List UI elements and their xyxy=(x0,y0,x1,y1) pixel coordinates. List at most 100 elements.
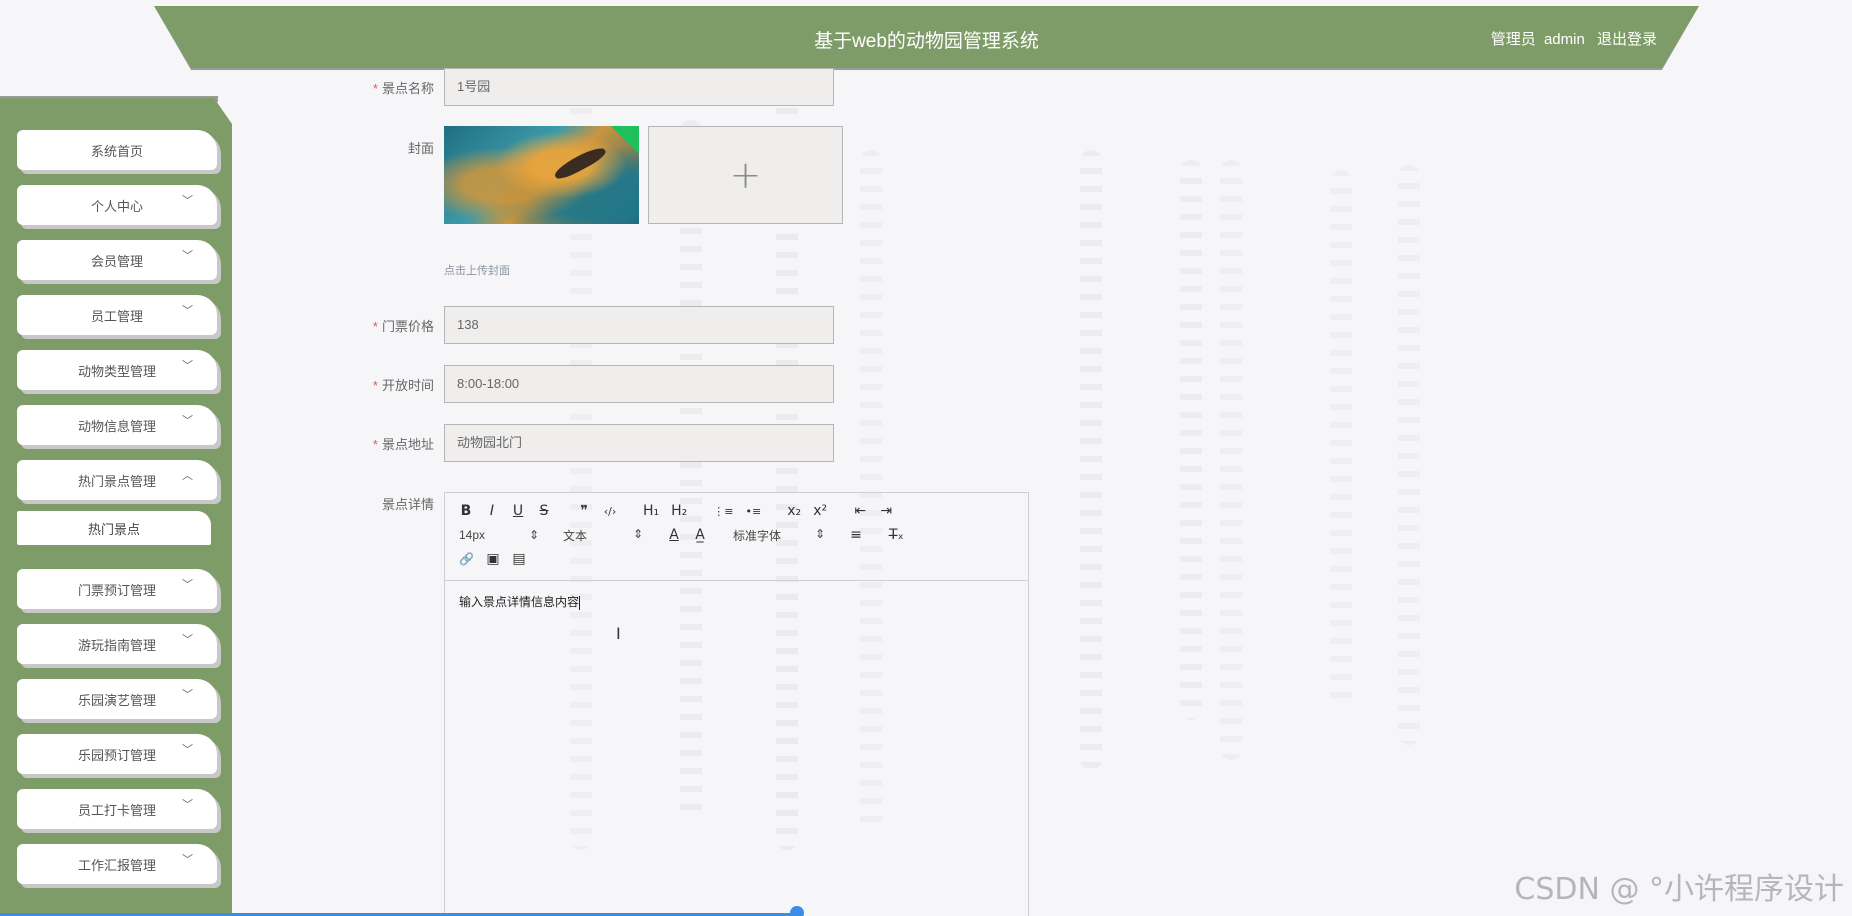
sidebar-item-label: 员工打卡管理 xyxy=(77,802,156,818)
chevron-down-icon: ﹀ xyxy=(182,744,193,756)
chevron-down-icon: ﹀ xyxy=(182,360,193,372)
sidebar-item-9[interactable]: 游玩指南管理 ﹀ xyxy=(17,624,217,664)
details-label: 景点详情 xyxy=(381,497,434,512)
italic-button[interactable]: I xyxy=(485,503,499,519)
sidebar-item-2[interactable]: 个人中心 ﹀ xyxy=(17,185,217,225)
boat-image-detail xyxy=(551,143,609,183)
watermark: CSDN @ °小许程序设计 xyxy=(1514,872,1844,907)
sidebar-item-label: 员工管理 xyxy=(90,308,143,324)
sidebar-subitem-hot-attractions[interactable]: 热门景点 xyxy=(17,511,211,545)
sidebar-menu: 系统首页 个人中心 ﹀ 会员管理 ﹀ 员工管理 ﹀ 动物类型管理 ﹀ 动物信息管理 ﹀ 热门景点管理 ︿… xyxy=(17,130,217,899)
scrollbar-thumb[interactable] xyxy=(790,906,804,916)
sidebar-item-label: 系统首页 xyxy=(90,143,143,159)
editor-content[interactable]: 输入景点详情信息内容 xyxy=(445,581,1028,622)
sidebar-item-4[interactable]: 员工管理 ﹀ xyxy=(17,295,217,335)
indent-icon[interactable]: ⇥ xyxy=(879,503,893,519)
plus-icon: + xyxy=(729,153,762,197)
name-label: * 景点名称 xyxy=(372,81,434,96)
video-icon[interactable]: ▤ xyxy=(512,551,526,567)
form-row-address: * 景点地址 动物园北门 xyxy=(340,424,834,462)
quote-icon[interactable]: ❞ xyxy=(577,503,591,519)
upload-cover-button[interactable]: + xyxy=(648,126,843,224)
sidebar-item-6[interactable]: 动物信息管理 ﹀ xyxy=(17,405,217,445)
price-label: * 门票价格 xyxy=(372,319,434,334)
chevron-down-icon: ﹀ xyxy=(182,634,193,646)
chevron-down-icon: ﹀ xyxy=(182,250,193,262)
superscript-button[interactable]: x² xyxy=(813,503,827,519)
cover-hint: 点击上传封面 xyxy=(444,265,510,277)
select-arrow-icon: ⇕ xyxy=(528,528,539,542)
sidebar-item-3[interactable]: 会员管理 ﹀ xyxy=(17,240,217,280)
sidebar-item-label: 工作汇报管理 xyxy=(77,857,156,873)
bold-button[interactable]: B xyxy=(459,503,473,519)
editor-text: 输入景点详情信息内容 xyxy=(459,595,580,609)
font-color-icon[interactable]: A xyxy=(667,527,681,543)
form-row-name: * 景点名称 1号园 xyxy=(340,68,834,106)
align-icon[interactable]: ≡ xyxy=(849,527,863,543)
address-label: * 景点地址 xyxy=(372,437,434,452)
block-type-select[interactable]: 文本 ⇕ xyxy=(563,527,643,544)
editor-toolbar: B I U S ❞ ‹/› H₁ H₂ ⋮≡ •≡ x₂ x² ⇤ ⇥ 14px… xyxy=(445,493,1028,581)
bullet-list-icon[interactable]: •≡ xyxy=(746,505,762,518)
sidebar-item-label: 个人中心 xyxy=(90,198,143,214)
chevron-down-icon: ﹀ xyxy=(182,799,193,811)
underline-button[interactable]: U xyxy=(511,503,525,519)
price-input[interactable]: 138 xyxy=(444,306,834,344)
background-color-icon[interactable]: A̲ xyxy=(693,527,707,543)
text-caret xyxy=(579,595,581,610)
sidebar-item-label: 会员管理 xyxy=(90,253,143,269)
user-area: 管理员 admin 退出登录 xyxy=(1483,28,1657,49)
image-icon[interactable]: ▣ xyxy=(486,551,500,567)
link-icon[interactable]: 🔗 xyxy=(459,552,474,566)
h2-button[interactable]: H₂ xyxy=(671,503,687,519)
sidebar-item-label: 动物类型管理 xyxy=(77,363,156,379)
form-row-hours: * 开放时间 8:00-18:00 xyxy=(340,365,834,403)
sidebar-item-7[interactable]: 热门景点管理 ︿ xyxy=(17,460,217,500)
sidebar-item-12[interactable]: 员工打卡管理 ﹀ xyxy=(17,789,217,829)
font-size-select[interactable]: 14px ⇕ xyxy=(459,528,539,542)
chevron-down-icon: ﹀ xyxy=(182,415,193,427)
sidebar-item-8[interactable]: 门票预订管理 ﹀ xyxy=(17,569,217,609)
outdent-icon[interactable]: ⇤ xyxy=(853,503,867,519)
image-corner-badge xyxy=(611,126,639,154)
rich-text-editor: B I U S ❞ ‹/› H₁ H₂ ⋮≡ •≡ x₂ x² ⇤ ⇥ 14px… xyxy=(444,492,1029,916)
sidebar-item-5[interactable]: 动物类型管理 ﹀ xyxy=(17,350,217,390)
strike-button[interactable]: S xyxy=(537,503,551,519)
sidebar-item-1[interactable]: 系统首页 xyxy=(17,130,217,170)
select-arrow-icon: ⇕ xyxy=(814,526,825,541)
chevron-down-icon: ﹀ xyxy=(182,195,193,207)
top-header: 基于web的动物园管理系统 管理员 admin 退出登录 xyxy=(154,6,1699,68)
logout-link[interactable]: 退出登录 xyxy=(1597,31,1657,48)
sidebar-item-10[interactable]: 乐园演艺管理 ﹀ xyxy=(17,679,217,719)
ordered-list-icon[interactable]: ⋮≡ xyxy=(713,505,733,518)
username: admin xyxy=(1543,31,1585,48)
select-arrow-icon: ⇕ xyxy=(632,526,643,541)
chevron-up-icon: ︿ xyxy=(182,470,193,482)
form-row-cover: 封面 + 点击上传封面 xyxy=(340,126,843,278)
address-input[interactable]: 动物园北门 xyxy=(444,424,834,462)
name-input[interactable]: 1号园 xyxy=(444,68,834,106)
user-role: 管理员 xyxy=(1490,31,1536,48)
font-family-select[interactable]: 标准字体 ⇕ xyxy=(733,527,825,544)
form-row-details: 景点详情 B I U S ❞ ‹/› H₁ H₂ ⋮≡ •≡ x₂ x² ⇤ ⇥… xyxy=(340,492,1029,916)
sidebar-item-label: 乐园预订管理 xyxy=(77,747,156,763)
sidebar-item-13[interactable]: 工作汇报管理 ﹀ xyxy=(17,844,217,884)
chevron-down-icon: ﹀ xyxy=(182,305,193,317)
sidebar-item-label: 游玩指南管理 xyxy=(77,637,156,653)
chevron-down-icon: ﹀ xyxy=(182,689,193,701)
sidebar-item-label: 乐园演艺管理 xyxy=(77,692,156,708)
code-icon[interactable]: ‹/› xyxy=(603,505,617,518)
sidebar-item-label: 门票预订管理 xyxy=(77,582,156,598)
subscript-button[interactable]: x₂ xyxy=(787,503,801,519)
cover-label: 封面 xyxy=(407,141,434,156)
chevron-down-icon: ﹀ xyxy=(182,579,193,591)
chevron-down-icon: ﹀ xyxy=(182,854,193,866)
hours-input[interactable]: 8:00-18:00 xyxy=(444,365,834,403)
sidebar-item-label: 热门景点管理 xyxy=(77,473,156,489)
clear-format-icon[interactable]: T̶ₓ xyxy=(889,527,904,543)
sidebar-item-11[interactable]: 乐园预订管理 ﹀ xyxy=(17,734,217,774)
hours-label: * 开放时间 xyxy=(372,378,434,393)
app-title: 基于web的动物园管理系统 xyxy=(814,31,1039,52)
cover-image[interactable] xyxy=(444,126,639,224)
h1-button[interactable]: H₁ xyxy=(643,503,659,519)
